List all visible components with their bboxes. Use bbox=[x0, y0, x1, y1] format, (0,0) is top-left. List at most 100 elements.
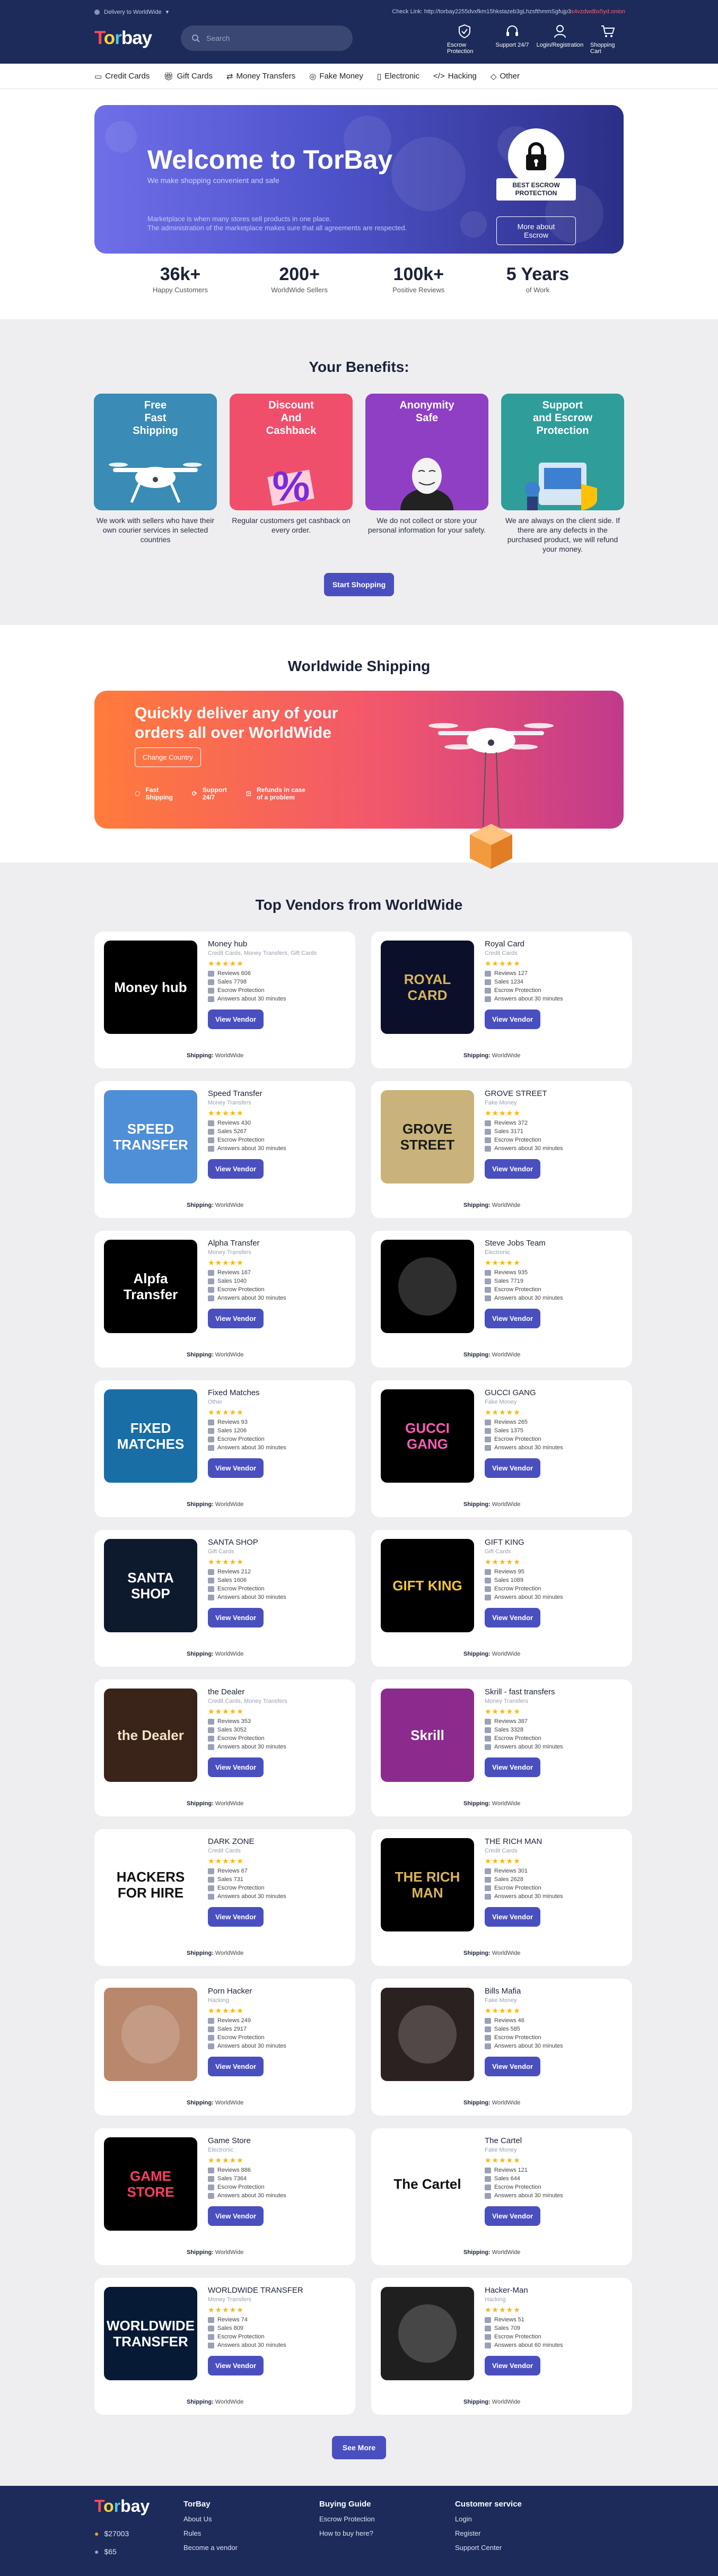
vendor-logo[interactable]: SANTA SHOP bbox=[104, 1539, 197, 1632]
vendor-name[interactable]: Hacker-Man bbox=[485, 2286, 624, 2295]
category-money-transfers[interactable]: ⇄ Money Transfers bbox=[226, 72, 295, 81]
vendor-shipping: Shipping: WorldWide bbox=[463, 1950, 520, 1956]
shipping-value: WorldWide bbox=[215, 1352, 244, 1358]
support-link[interactable]: Support 24/7 bbox=[495, 24, 530, 55]
vendor-logo[interactable] bbox=[104, 1988, 197, 2081]
category-electronic[interactable]: ▯ Electronic bbox=[377, 72, 419, 81]
view-vendor-button[interactable]: View Vendor bbox=[208, 1608, 264, 1628]
review-icon bbox=[208, 1120, 214, 1126]
category-gift-cards[interactable]: 🎁︎ Gift Cards bbox=[163, 72, 213, 81]
vendor-logo[interactable]: THE RICH MAN bbox=[381, 1838, 474, 1931]
vendor-name[interactable]: GROVE STREET bbox=[485, 1089, 624, 1098]
view-vendor-button[interactable]: View Vendor bbox=[208, 2356, 264, 2375]
vendor-name[interactable]: Alpha Transfer bbox=[208, 1239, 347, 1248]
vendor-name[interactable]: Steve Jobs Team bbox=[485, 1239, 624, 1248]
search-icon[interactable] bbox=[191, 34, 200, 42]
vendor-logo[interactable]: FIXED MATCHES bbox=[104, 1389, 197, 1483]
escrow-protection-link[interactable]: Escrow Protection bbox=[447, 24, 482, 55]
footer-link-login[interactable]: Login bbox=[455, 2515, 522, 2523]
vendor-escrow: Escrow Protection bbox=[208, 1586, 347, 1592]
vendor-logo[interactable] bbox=[381, 1988, 474, 2081]
vendor-name[interactable]: GUCCI GANG bbox=[485, 1388, 624, 1397]
start-shopping-button[interactable]: Start Shopping bbox=[323, 573, 395, 596]
vendor-logo[interactable]: GUCCI GANG bbox=[381, 1389, 474, 1483]
vendor-logo[interactable]: WORLDWIDE TRANSFER bbox=[104, 2287, 197, 2380]
delivery-location[interactable]: Delivery to WorldWide ▾ bbox=[94, 8, 169, 15]
vendor-name[interactable]: Money hub bbox=[208, 939, 347, 948]
vendor-answers: Answers about 30 minutes bbox=[208, 1295, 347, 1301]
vendor-name[interactable]: Game Store bbox=[208, 2136, 347, 2145]
view-vendor-button[interactable]: View Vendor bbox=[208, 2057, 264, 2076]
footer-link-become-vendor[interactable]: Become a vendor bbox=[183, 2544, 238, 2552]
clock-icon bbox=[485, 1295, 491, 1301]
footer-link-escrow[interactable]: Escrow Protection bbox=[319, 2515, 375, 2523]
category-other[interactable]: ◇ Other bbox=[491, 72, 520, 81]
login-link[interactable]: Login/Registration bbox=[537, 24, 583, 55]
vendor-name[interactable]: THE RICH MAN bbox=[485, 1837, 624, 1846]
view-vendor-button[interactable]: View Vendor bbox=[485, 1159, 541, 1179]
shield-icon bbox=[208, 1885, 214, 1891]
vendor-logo[interactable]: Money hub bbox=[104, 941, 197, 1034]
vendor-reviews-text: Reviews 301 bbox=[494, 1868, 528, 1874]
more-about-escrow-button[interactable]: More about Escrow bbox=[496, 216, 576, 245]
rating-stars: ★★★★★ bbox=[485, 1557, 521, 1566]
vendor-logo[interactable]: the Dealer bbox=[104, 1689, 197, 1782]
footer-link-register[interactable]: Register bbox=[455, 2529, 522, 2537]
category-credit-cards[interactable]: ▭ Credit Cards bbox=[94, 72, 150, 81]
benefit-support: Support and Escrow Protection We are alwa… bbox=[501, 394, 624, 554]
vendor-logo[interactable] bbox=[381, 1240, 474, 1333]
view-vendor-button[interactable]: View Vendor bbox=[485, 1458, 541, 1478]
view-vendor-button[interactable]: View Vendor bbox=[485, 1907, 541, 1927]
vendor-logo[interactable] bbox=[381, 2287, 474, 2380]
vendor-logo[interactable]: ROYAL CARD bbox=[381, 941, 474, 1034]
vendor-name[interactable]: Royal Card bbox=[485, 939, 624, 948]
shipping-features: ⬡ Fast Shipping ⟳ Support 24/7 ⊡ Refunds in… bbox=[135, 786, 305, 801]
vendor-name[interactable]: Skrill - fast transfers bbox=[485, 1687, 624, 1696]
torbay-logo[interactable]: Torbay bbox=[94, 28, 152, 49]
view-vendor-button[interactable]: View Vendor bbox=[208, 1009, 264, 1029]
footer-link-how-to-buy[interactable]: How to buy here? bbox=[319, 2529, 375, 2537]
see-more-button[interactable]: See More bbox=[331, 2436, 387, 2459]
vendor-logo[interactable]: HACKERS FOR HIRE bbox=[104, 1838, 197, 1931]
vendor-name[interactable]: The Cartel bbox=[485, 2136, 624, 2145]
vendor-logo[interactable]: The Cartel bbox=[381, 2137, 474, 2231]
view-vendor-button[interactable]: View Vendor bbox=[485, 1608, 541, 1628]
view-vendor-button[interactable]: View Vendor bbox=[485, 2356, 541, 2375]
cart-link[interactable]: Shopping Cart bbox=[590, 24, 625, 55]
view-vendor-button[interactable]: View Vendor bbox=[485, 1757, 541, 1777]
vendor-logo[interactable]: GIFT KING bbox=[381, 1539, 474, 1632]
footer-logo[interactable]: Torbay bbox=[94, 2496, 150, 2516]
view-vendor-button[interactable]: View Vendor bbox=[208, 1907, 264, 1927]
onion-link[interactable]: Check Link: http://torbay2255dvxfkm15hks… bbox=[392, 8, 625, 15]
vendor-logo[interactable]: GROVE STREET bbox=[381, 1090, 474, 1183]
vendor-name[interactable]: Bills Mafia bbox=[485, 1987, 624, 1996]
footer-link-support[interactable]: Support Center bbox=[455, 2544, 522, 2552]
vendor-logo[interactable]: Skrill bbox=[381, 1689, 474, 1782]
vendor-name[interactable]: GIFT KING bbox=[485, 1538, 624, 1547]
view-vendor-button[interactable]: View Vendor bbox=[208, 1458, 264, 1478]
vendor-name[interactable]: Speed Transfer bbox=[208, 1089, 347, 1098]
search-input[interactable] bbox=[206, 34, 334, 42]
category-hacking[interactable]: </> Hacking bbox=[433, 72, 477, 81]
view-vendor-button[interactable]: View Vendor bbox=[208, 1757, 264, 1777]
vendor-logo[interactable]: Alpfa Transfer bbox=[104, 1240, 197, 1333]
vendor-logo[interactable]: GAME STORE bbox=[104, 2137, 197, 2231]
vendor-name[interactable]: WORLDWIDE TRANSFER bbox=[208, 2286, 347, 2295]
view-vendor-button[interactable]: View Vendor bbox=[485, 2206, 541, 2226]
view-vendor-button[interactable]: View Vendor bbox=[208, 2206, 264, 2226]
view-vendor-button[interactable]: View Vendor bbox=[485, 1309, 541, 1328]
vendor-name[interactable]: Porn Hacker bbox=[208, 1987, 347, 1996]
footer-link-about[interactable]: About Us bbox=[183, 2515, 238, 2523]
vendor-logo[interactable]: SPEED TRANSFER bbox=[104, 1090, 197, 1183]
footer-link-rules[interactable]: Rules bbox=[183, 2529, 238, 2537]
vendor-name[interactable]: the Dealer bbox=[208, 1687, 347, 1696]
category-fake-money[interactable]: ◎ Fake Money bbox=[309, 72, 363, 81]
vendor-name[interactable]: SANTA SHOP bbox=[208, 1538, 347, 1547]
view-vendor-button[interactable]: View Vendor bbox=[485, 1009, 541, 1029]
view-vendor-button[interactable]: View Vendor bbox=[208, 1309, 264, 1328]
view-vendor-button[interactable]: View Vendor bbox=[208, 1159, 264, 1179]
vendor-name[interactable]: DARK ZONE bbox=[208, 1837, 347, 1846]
view-vendor-button[interactable]: View Vendor bbox=[485, 2057, 541, 2076]
vendor-name[interactable]: Fixed Matches bbox=[208, 1388, 347, 1397]
change-country-button[interactable]: Change Country bbox=[135, 747, 201, 767]
